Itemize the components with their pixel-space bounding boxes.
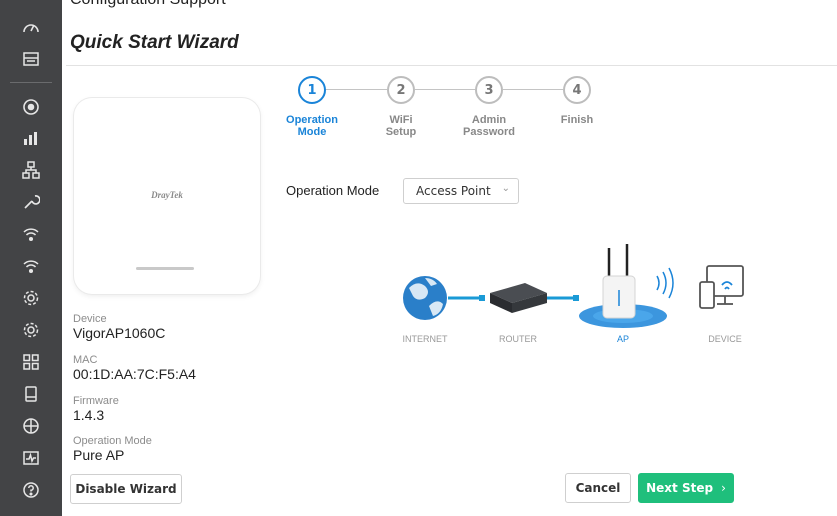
diagnostics-icon[interactable]: [19, 446, 43, 470]
access-point-icon: [579, 244, 667, 328]
step-4-label: Finish: [560, 114, 594, 126]
help-icon[interactable]: [19, 478, 43, 502]
page-title: Quick Start Wizard: [70, 32, 239, 53]
title-divider: [66, 65, 837, 66]
opmode-label: Operation Mode: [73, 435, 152, 447]
step-3-circle[interactable]: 3: [475, 76, 503, 104]
device-label-topology: DEVICE: [708, 334, 742, 344]
step-2-label: WiFi Setup: [385, 114, 417, 138]
step-1-label: Operation Mode: [286, 114, 338, 138]
step-1-circle[interactable]: 1: [298, 76, 326, 104]
step-connector: [415, 89, 475, 90]
sidebar-divider: [10, 82, 52, 83]
mac-label: MAC: [73, 354, 98, 366]
computer-phone-icon: [699, 265, 744, 309]
device-led-bar: [136, 267, 194, 270]
operation-mode-value: Access Point: [416, 184, 491, 198]
wifi-5g-icon[interactable]: [19, 254, 43, 278]
disable-wizard-button[interactable]: Disable Wizard: [70, 474, 182, 504]
brand-logo: DrayTek: [151, 190, 183, 200]
page-caption: Configuration Support: [70, 0, 226, 9]
step-3-label: Admin Password: [463, 114, 515, 138]
next-step-button[interactable]: Next Step ›: [638, 473, 734, 503]
step-connector: [503, 89, 563, 90]
tools-icon[interactable]: [19, 190, 43, 214]
firmware-info: Firmware 1.4.3: [73, 395, 119, 423]
firmware-label: Firmware: [73, 395, 119, 407]
sidebar: [0, 0, 62, 516]
wifi-signal-icon: [656, 267, 674, 299]
router-icon: [490, 283, 547, 313]
network-icon[interactable]: [19, 158, 43, 182]
online-status-icon[interactable]: [19, 95, 43, 119]
firmware-value: 1.4.3: [73, 407, 105, 423]
next-step-label: Next Step: [646, 481, 714, 495]
step-2-circle[interactable]: 2: [387, 76, 415, 104]
ap-label: AP: [616, 334, 629, 344]
device-icon[interactable]: [19, 382, 43, 406]
wifi-24g-icon[interactable]: [19, 222, 43, 246]
router-label: ROUTER: [499, 334, 537, 344]
mac-info: MAC 00:1D:AA:7C:F5:A4: [73, 354, 196, 382]
step-connector: [325, 89, 387, 90]
topology-diagram: [403, 244, 744, 328]
cable-icon: [547, 295, 579, 301]
shield-icon[interactable]: [19, 414, 43, 438]
gear-icon[interactable]: [19, 286, 43, 310]
apps-icon[interactable]: [19, 350, 43, 374]
wizard-icon[interactable]: [19, 47, 43, 71]
bar-chart-icon[interactable]: [19, 126, 43, 150]
chevron-right-icon: ›: [721, 481, 726, 495]
step-4-circle[interactable]: 4: [563, 76, 591, 104]
opmode-value: Pure AP: [73, 447, 125, 463]
device-label: Device: [73, 313, 107, 325]
device-value: VigorAP1060C: [73, 325, 166, 341]
internet-label: INTERNET: [402, 334, 448, 344]
operation-mode-select[interactable]: Access Point ⌄: [403, 178, 519, 204]
mac-value: 00:1D:AA:7C:F5:A4: [73, 366, 196, 382]
opmode-info: Operation Mode Pure AP: [73, 435, 152, 463]
dashboard-icon[interactable]: [19, 16, 43, 40]
cancel-button[interactable]: Cancel: [565, 473, 631, 503]
settings-icon[interactable]: [19, 318, 43, 342]
chevron-down-icon: ⌄: [501, 183, 510, 194]
cable-icon: [448, 295, 485, 301]
operation-mode-label: Operation Mode: [286, 183, 380, 198]
globe-icon: [403, 276, 447, 320]
device-info: Device VigorAP1060C: [73, 313, 165, 341]
device-image: DrayTek: [74, 98, 260, 294]
